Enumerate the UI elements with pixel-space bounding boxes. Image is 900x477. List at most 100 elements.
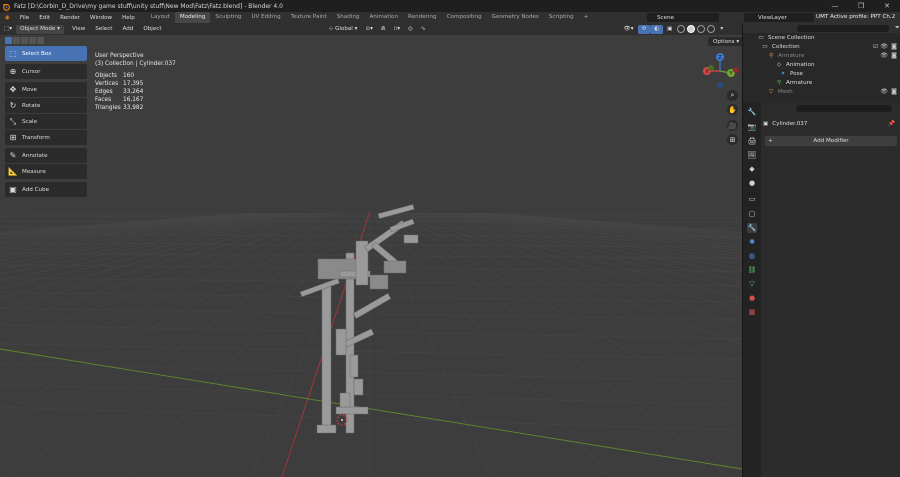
world-properties-icon[interactable]: ●	[747, 178, 757, 188]
editor-type-icon[interactable]: ⬚▾	[0, 25, 16, 34]
physics-icon[interactable]: ◍	[747, 251, 757, 261]
add-workspace-button[interactable]: +	[579, 12, 594, 23]
select-intersect-icon[interactable]	[37, 37, 44, 44]
select-invert-icon[interactable]	[29, 37, 36, 44]
tool-scale[interactable]: ⤡ Scale	[5, 114, 87, 129]
modifier-properties-icon[interactable]: 🔧	[747, 223, 757, 233]
scene-properties-icon[interactable]: ◆	[747, 164, 757, 174]
menu-add[interactable]: Add	[117, 26, 138, 32]
tool-cursor[interactable]: ⊕ Cursor	[5, 64, 87, 79]
menu-edit[interactable]: Edit	[34, 15, 55, 21]
outliner-item-scene-collection[interactable]: ▭ Scene Collection	[743, 33, 900, 42]
render-properties-icon[interactable]: 📷	[747, 122, 757, 132]
select-subtract-icon[interactable]	[21, 37, 28, 44]
tab-modeling[interactable]: Modeling	[174, 12, 211, 23]
menu-object[interactable]: Object	[138, 26, 166, 32]
menu-window[interactable]: Window	[85, 15, 117, 21]
add-modifier-button[interactable]: + Add Modifier	[765, 136, 897, 146]
zoom-icon[interactable]: ⌕	[727, 90, 738, 101]
snap-target-icon[interactable]: ⁞⁞▾	[390, 25, 404, 34]
eye-icon[interactable]: 👁	[880, 88, 888, 95]
tool-measure[interactable]: 📐 Measure	[5, 164, 87, 179]
tab-animation[interactable]: Animation	[364, 12, 403, 23]
object-properties-icon[interactable]: ▢	[747, 209, 757, 219]
options-dropdown[interactable]: Options ▾	[708, 37, 742, 46]
tool-select-box[interactable]: ⬚ Select Box	[5, 46, 87, 61]
pan-hand-icon[interactable]: ✋	[727, 104, 738, 115]
tool-add-cube[interactable]: ▣ Add Cube	[5, 182, 87, 197]
select-new-icon[interactable]	[5, 37, 12, 44]
maximize-button[interactable]: ❐	[848, 0, 874, 12]
outliner-item-pose[interactable]: ✦ Pose	[743, 69, 900, 78]
menu-file[interactable]: File	[15, 15, 34, 21]
navigation-gizmo[interactable]: Z X Y	[700, 51, 742, 93]
mode-dropdown[interactable]: Object Mode ▾	[16, 24, 64, 34]
particles-icon[interactable]: ✺	[747, 237, 757, 247]
outliner-item-armature-data[interactable]: ⚲ Armature	[743, 78, 900, 87]
outliner-item-armature[interactable]: ⚲ Armature 👁 ◙	[743, 51, 900, 60]
tab-layout[interactable]: Layout	[146, 12, 175, 23]
tool-settings-icon[interactable]: 🔧	[747, 107, 757, 117]
tab-sculpting[interactable]: Sculpting	[210, 12, 246, 23]
output-properties-icon[interactable]: 🖨	[747, 136, 757, 146]
texture-icon[interactable]: ▦	[747, 307, 757, 317]
gizmo-neg-z[interactable]	[717, 82, 723, 88]
tab-shading[interactable]: Shading	[332, 12, 365, 23]
ortho-grid-icon[interactable]: ⊞	[727, 134, 738, 145]
solid-shading-icon[interactable]	[687, 25, 696, 33]
pin-icon[interactable]: 📌	[888, 121, 895, 127]
tool-transform[interactable]: ⊞ Transform	[5, 130, 87, 145]
camera-icon[interactable]: ◙	[891, 88, 897, 95]
wireframe-shading-icon[interactable]	[677, 25, 686, 33]
proportional-edit-icon[interactable]: ◎	[404, 25, 417, 34]
menu-view[interactable]: View	[67, 26, 90, 32]
visibility-icon[interactable]: 👁▾	[620, 25, 638, 34]
menu-help[interactable]: Help	[117, 15, 140, 21]
scene-selector[interactable]: Scene	[647, 13, 719, 22]
constraints-icon[interactable]: ⛓	[747, 265, 757, 275]
gizmo-neg-x[interactable]	[733, 67, 739, 73]
gizmo-z-axis[interactable]: Z	[716, 53, 724, 61]
3d-cursor-icon[interactable]	[336, 414, 348, 426]
3d-viewport[interactable]: ⬚▾ Object Mode ▾ View Select Add Object …	[0, 23, 742, 477]
camera-view-icon[interactable]: 🎥	[727, 120, 738, 131]
falloff-icon[interactable]: ∿	[417, 25, 430, 34]
shading-options-icon[interactable]: ▾	[716, 25, 727, 34]
view-layer-selector[interactable]: ViewLayer	[744, 13, 814, 22]
minimize-button[interactable]: —	[822, 0, 848, 12]
material-shading-icon[interactable]	[697, 25, 706, 33]
overlays-icon[interactable]: ◐	[650, 24, 664, 34]
camera-icon[interactable]: ◙	[891, 52, 897, 59]
rendered-shading-icon[interactable]	[707, 25, 716, 33]
xray-icon[interactable]: ▣	[663, 25, 676, 34]
tool-annotate[interactable]: ✎ Annotate	[5, 148, 87, 163]
outliner-search-input[interactable]	[797, 24, 889, 32]
gizmo-toggle-icon[interactable]: ⟲	[637, 24, 651, 34]
tab-scripting[interactable]: Scripting	[544, 12, 579, 23]
eye-icon[interactable]: 👁	[880, 43, 888, 50]
object-data-icon[interactable]: ▽	[747, 279, 757, 289]
tab-geometry-nodes[interactable]: Geometry Nodes	[487, 12, 544, 23]
tab-texture-paint[interactable]: Texture Paint	[286, 12, 332, 23]
view-layer-icon[interactable]: 🖼	[747, 150, 757, 160]
tab-rendering[interactable]: Rendering	[403, 12, 442, 23]
eye-icon[interactable]: 👁	[880, 52, 888, 59]
app-menu-icon[interactable]: ◉	[0, 15, 15, 21]
menu-render[interactable]: Render	[55, 15, 85, 21]
properties-search-input[interactable]	[796, 105, 892, 112]
outliner-item-mesh[interactable]: ▽ Mesh 👁 ◙	[743, 87, 900, 96]
gizmo-neg-y[interactable]	[708, 65, 714, 71]
checkbox-icon[interactable]: ☑	[873, 44, 878, 50]
snap-icon[interactable]: ⋒	[377, 25, 390, 34]
tool-move[interactable]: ✥ Move	[5, 82, 87, 97]
select-extend-icon[interactable]	[13, 37, 20, 44]
tab-compositing[interactable]: Compositing	[442, 12, 487, 23]
outliner-item-collection[interactable]: ▭ Collection ☑ 👁 ◙	[743, 42, 900, 51]
collection-properties-icon[interactable]: ▭	[747, 194, 757, 204]
outliner-item-animation[interactable]: ◇ Animation	[743, 60, 900, 69]
material-icon[interactable]: ●	[747, 293, 757, 303]
menu-select[interactable]: Select	[90, 26, 117, 32]
transform-orientation-dropdown[interactable]: ⊹ Global ▾	[325, 25, 362, 34]
pivot-point-icon[interactable]: ⊙▾	[361, 25, 377, 34]
tool-rotate[interactable]: ↻ Rotate	[5, 98, 87, 113]
